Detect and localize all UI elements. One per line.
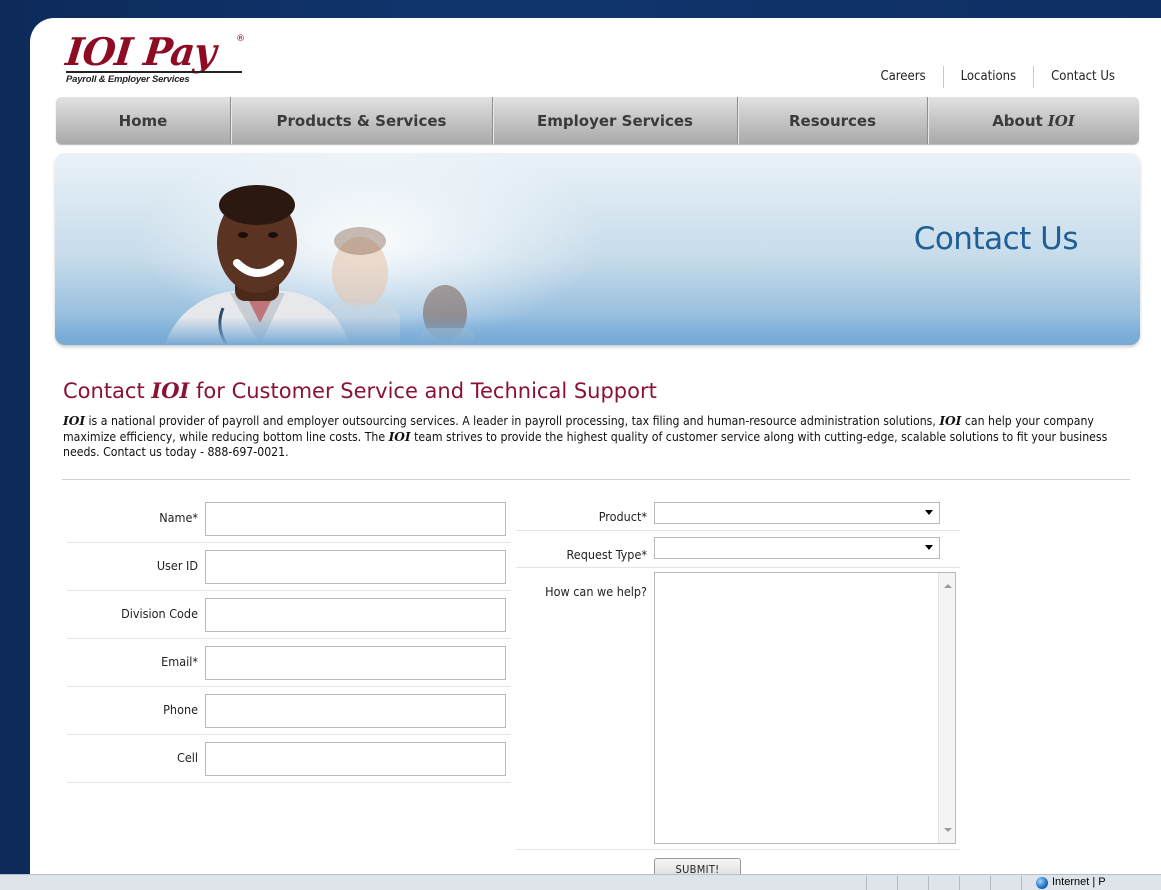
nav-about-label: About: [992, 111, 1043, 130]
intro-paragraph: IOI is a national provider of payroll an…: [63, 414, 1108, 459]
cell-row: Cell: [67, 735, 511, 783]
logo-mark: IOI Pay: [63, 29, 218, 74]
email-row: Email*: [67, 639, 511, 687]
page: IOI Pay ® Payroll & Employer Services Ca…: [30, 18, 1161, 890]
name-row: Name*: [67, 495, 511, 543]
chevron-down-icon: [925, 510, 933, 515]
page-heading: Contact IOI for Customer Service and Tec…: [63, 378, 657, 403]
banner-title: Contact Us: [913, 221, 1079, 257]
zone-label: Internet | P: [1052, 876, 1106, 888]
division-code-field[interactable]: [205, 598, 506, 632]
hero-banner: Contact Us: [55, 153, 1140, 345]
main-nav: Home Products & Services Employer Servic…: [56, 97, 1139, 144]
nav-about[interactable]: About IOI: [928, 97, 1139, 144]
userid-row: User ID: [67, 543, 511, 591]
product-label: Product*: [598, 509, 647, 524]
browser-status-bar: Internet | P: [0, 874, 1161, 890]
scroll-down-icon[interactable]: [944, 828, 952, 832]
cell-label: Cell: [176, 750, 198, 765]
help-textarea[interactable]: [654, 572, 956, 844]
registered-mark: ®: [236, 34, 245, 44]
logo-tagline: Payroll & Employer Services: [66, 71, 242, 85]
security-zone[interactable]: Internet | P: [1036, 875, 1106, 890]
product-select[interactable]: [654, 502, 940, 524]
userid-label: User ID: [156, 558, 198, 573]
chevron-down-icon: [925, 545, 933, 550]
name-label: Name*: [159, 510, 198, 525]
product-row: Product*: [516, 498, 960, 531]
ioi-pay-logo[interactable]: IOI Pay ® Payroll & Employer Services: [63, 29, 245, 86]
nav-resources[interactable]: Resources: [738, 97, 928, 144]
cell-field[interactable]: [205, 742, 506, 776]
request-type-label: Request Type*: [566, 547, 647, 562]
phone-label: Phone: [163, 702, 198, 717]
scroll-up-icon[interactable]: [944, 584, 952, 588]
help-label: How can we help?: [545, 584, 647, 599]
request-type-row: Request Type*: [516, 531, 960, 568]
division-code-label: Division Code: [121, 606, 198, 621]
name-field[interactable]: [205, 502, 506, 536]
locations-link[interactable]: Locations: [942, 66, 1034, 88]
userid-field[interactable]: [205, 550, 506, 584]
phone-row: Phone: [67, 687, 511, 735]
contact-us-link[interactable]: Contact Us: [1033, 66, 1115, 88]
nav-about-brand: IOI: [1047, 111, 1075, 130]
nav-employer-services[interactable]: Employer Services: [493, 97, 738, 144]
phone-field[interactable]: [205, 694, 506, 728]
top-links: Careers Locations Contact Us: [863, 66, 1115, 88]
nav-home[interactable]: Home: [56, 97, 231, 144]
careers-link[interactable]: Careers: [863, 66, 942, 88]
divider: [62, 479, 1130, 480]
globe-icon: [1036, 877, 1048, 889]
request-type-select[interactable]: [654, 537, 940, 559]
email-label: Email*: [161, 654, 198, 669]
division-row: Division Code: [67, 591, 511, 639]
nav-products-services[interactable]: Products & Services: [231, 97, 493, 144]
textarea-scrollbar[interactable]: [938, 573, 955, 843]
email-field[interactable]: [205, 646, 506, 680]
